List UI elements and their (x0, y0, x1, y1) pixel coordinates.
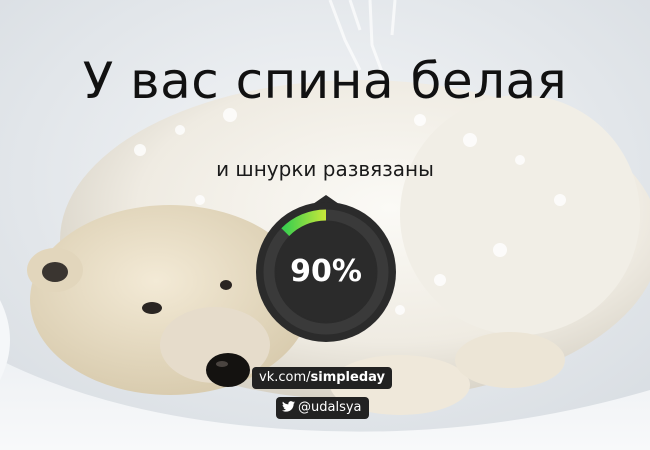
twitter-bird-icon (282, 401, 295, 412)
headline: У вас спина белая (82, 52, 568, 110)
twitter-link-badge[interactable]: @udalsya (276, 397, 369, 419)
site-domain: vk.com/ (259, 370, 311, 385)
vk-link-badge[interactable]: vk.com/simpleday (252, 367, 392, 389)
site-path: simpleday (310, 370, 385, 385)
twitter-handle: @udalsya (298, 400, 362, 415)
gauge-percent-label: 90% (290, 254, 362, 289)
subheadline: и шнурки развязаны (216, 157, 434, 181)
